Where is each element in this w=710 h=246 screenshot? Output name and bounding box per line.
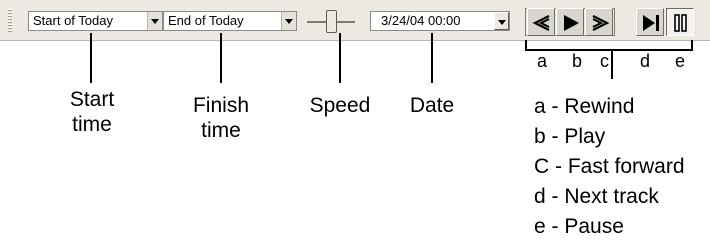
end-time-dropdown-button[interactable] (281, 12, 296, 30)
start-time-value: Start of Today (33, 13, 113, 28)
button-letter-c: c (600, 51, 609, 71)
start-time-label: Start time (69, 88, 115, 136)
legend-item-pause: e - Pause (534, 215, 624, 238)
fast-forward-button[interactable] (585, 8, 613, 36)
date-dropdown[interactable]: 3/24/04 00:00 (370, 11, 510, 31)
pause-button[interactable] (666, 8, 694, 36)
next-track-button[interactable] (636, 8, 664, 36)
chevron-down-icon (498, 20, 506, 25)
start-time-callout-line (90, 33, 92, 83)
play-icon (564, 15, 579, 31)
speed-slider[interactable] (307, 10, 355, 34)
date-label: Date (409, 94, 455, 117)
playback-toolbar: Start of Today End of Today 3/24/04 00:0… (0, 0, 710, 41)
button-letter-b: b (572, 51, 583, 71)
date-callout-line (431, 33, 433, 83)
bracket-bar (525, 49, 693, 51)
chevron-down-icon (151, 19, 159, 24)
next-track-icon (643, 15, 659, 31)
legend-item-play: b - Play (534, 125, 606, 148)
legend-item-rewind: a - Rewind (534, 95, 635, 118)
legend-item-fast-forward: C - Fast forward (534, 155, 685, 178)
button-letter-a: a (537, 51, 548, 71)
button-letter-d: d (640, 51, 651, 71)
pause-icon (674, 14, 687, 32)
button-letter-e: e (675, 51, 686, 71)
finish-time-label: Finish time (192, 94, 250, 142)
fast-forward-icon (592, 15, 610, 31)
rewind-icon (532, 15, 550, 31)
bracket-stem (611, 49, 613, 79)
chevron-down-icon (285, 19, 293, 24)
toolbar-grip-handle[interactable] (8, 9, 12, 32)
speed-callout-line (339, 33, 341, 83)
rewind-button[interactable] (527, 8, 555, 36)
start-time-dropdown[interactable]: Start of Today (28, 11, 163, 31)
bracket-right-tick (691, 40, 693, 50)
date-dropdown-button[interactable] (494, 12, 509, 30)
speed-slider-thumb[interactable] (326, 10, 337, 33)
end-time-value: End of Today (168, 13, 244, 28)
start-time-dropdown-button[interactable] (147, 12, 162, 30)
play-button[interactable] (556, 8, 584, 36)
speed-label: Speed (309, 94, 371, 117)
date-value: 3/24/04 00:00 (381, 13, 461, 28)
legend-item-next-track: d - Next track (534, 185, 659, 208)
finish-time-callout-line (220, 33, 222, 83)
end-time-dropdown[interactable]: End of Today (163, 11, 297, 31)
